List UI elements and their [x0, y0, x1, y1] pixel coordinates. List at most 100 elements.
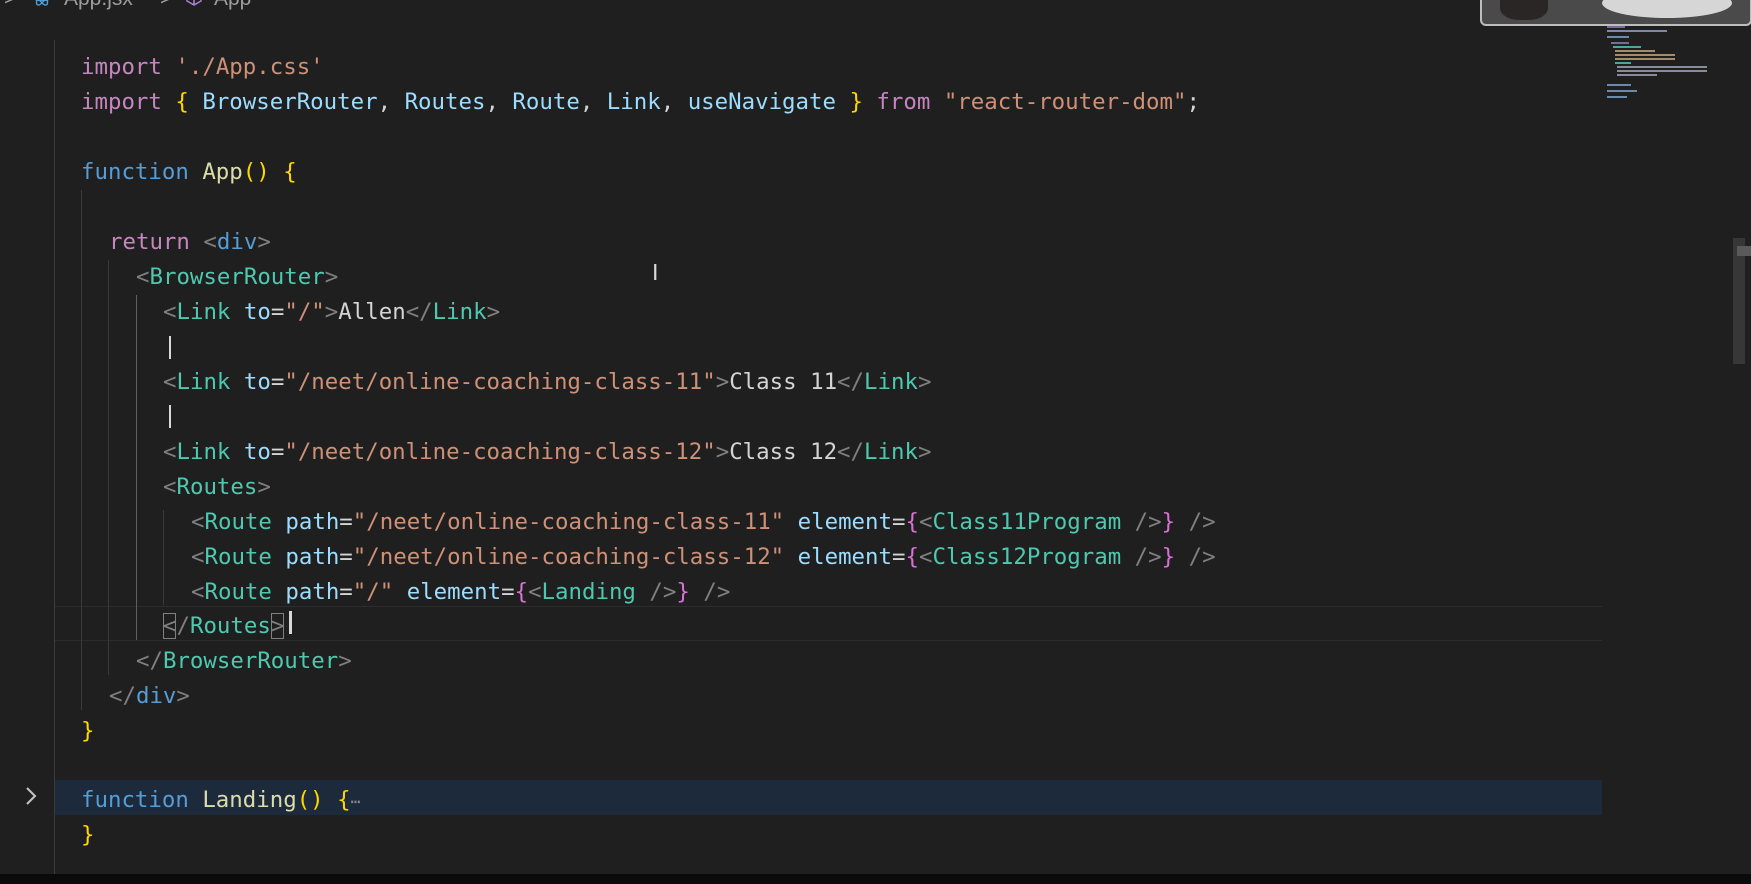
code-token: element	[797, 544, 893, 570]
code-text: <Route path="/" element={<Landing />} />	[191, 575, 730, 610]
code-token: =	[892, 509, 906, 535]
code-token: element	[406, 579, 502, 605]
minimap[interactable]	[1603, 24, 1713, 114]
code-token: {	[283, 159, 297, 185]
code-token: Route	[512, 89, 580, 115]
code-token: Routes	[404, 89, 486, 115]
code-token: >	[486, 299, 501, 325]
code-token: }	[849, 89, 863, 115]
indent-guide	[81, 190, 82, 710]
code-token: path	[285, 509, 340, 535]
code-token: }	[1161, 544, 1176, 570]
code-token: >	[338, 648, 352, 674]
code-token: >	[715, 439, 730, 465]
code-token: =	[339, 544, 353, 570]
breadcrumb-symbol[interactable]: App	[214, 0, 251, 11]
webcam-person	[1500, 0, 1548, 20]
code-token: BrowserRouter	[162, 648, 339, 674]
vertical-scrollbar[interactable]	[1733, 238, 1745, 364]
text-caret	[169, 336, 171, 359]
code-text: <Link to="/">Allen</Link>	[163, 295, 500, 330]
code-text: function App() {	[81, 155, 297, 190]
code-token: Link	[176, 439, 231, 465]
current-line-highlight	[54, 606, 1602, 641]
code-token: >	[715, 369, 730, 395]
breadcrumb-separator: >	[4, 0, 16, 11]
code-text: <Link to="/neet/online-coaching-class-12…	[163, 435, 931, 470]
code-text: import { BrowserRouter, Routes, Route, L…	[81, 85, 1200, 120]
code-token: div	[135, 683, 177, 709]
code-token: <	[528, 579, 542, 605]
code-token: Landing	[541, 579, 636, 605]
code-token: }	[81, 822, 95, 848]
code-token: "react-router-dom"	[943, 89, 1187, 115]
code-token: <	[136, 264, 150, 290]
code-token: Link	[176, 369, 231, 395]
code-token: ,	[377, 89, 405, 115]
code-token: to	[243, 439, 271, 465]
code-token: Route	[204, 579, 272, 605]
code-text: </BrowserRouter>	[136, 644, 352, 679]
code-text: function Landing() {⋯	[81, 783, 360, 819]
chevron-right-icon[interactable]	[22, 784, 40, 814]
code-token: Link	[176, 299, 231, 325]
webcam-overlay	[1480, 0, 1751, 26]
code-token: <	[163, 439, 177, 465]
code-token: "/neet/online-coaching-class-12"	[284, 439, 716, 465]
code-token: >	[917, 369, 932, 395]
code-token: <	[191, 579, 205, 605]
code-token: Link	[606, 89, 661, 115]
code-text: }	[81, 714, 94, 749]
code-token: </	[109, 683, 136, 709]
code-token: Routes	[189, 613, 271, 639]
text-caret	[289, 611, 292, 634]
code-token: />	[1121, 509, 1162, 535]
react-icon[interactable]	[32, 0, 52, 13]
code-text: return <div>	[109, 225, 271, 260]
code-token: element	[797, 509, 893, 535]
indent-guide	[108, 260, 109, 675]
code-token: >	[176, 683, 190, 709]
code-token: =	[892, 544, 906, 570]
code-token: >	[324, 264, 339, 290]
code-token: }	[676, 579, 690, 605]
code-token: "/"	[284, 299, 325, 325]
code-token: >	[324, 299, 339, 325]
indent-guide	[54, 40, 55, 874]
code-text: </Routes>	[163, 609, 285, 644]
code-token: "/neet/online-coaching-class-11"	[284, 369, 716, 395]
indent-guide-active	[136, 295, 137, 640]
code-token: >	[257, 474, 271, 500]
code-token: /	[176, 613, 190, 639]
code-editor[interactable]: > App.jsx > App import './App.css'import…	[0, 0, 1751, 874]
code-token: BrowserRouter	[149, 264, 325, 290]
code-token: =	[339, 509, 353, 535]
code-token: <	[918, 509, 933, 535]
cube-icon	[184, 0, 204, 13]
code-token: Class12Program	[932, 544, 1122, 570]
code-token: =	[339, 579, 353, 605]
code-token: <	[163, 474, 177, 500]
code-token: import	[81, 89, 162, 115]
breadcrumb-file[interactable]: App.jsx	[64, 0, 133, 11]
code-token: Routes	[176, 474, 258, 500]
code-token: </	[405, 299, 433, 325]
code-token: ⋯	[350, 792, 361, 811]
code-token: import	[81, 54, 162, 80]
code-token: Link	[432, 299, 487, 325]
indent-guide	[163, 510, 164, 605]
code-text: <BrowserRouter>	[136, 260, 338, 295]
code-token: >	[257, 229, 271, 255]
code-token: Route	[204, 509, 272, 535]
code-text: </div>	[109, 679, 190, 714]
code-token: ;	[1186, 89, 1200, 115]
code-token: useNavigate	[687, 89, 850, 115]
